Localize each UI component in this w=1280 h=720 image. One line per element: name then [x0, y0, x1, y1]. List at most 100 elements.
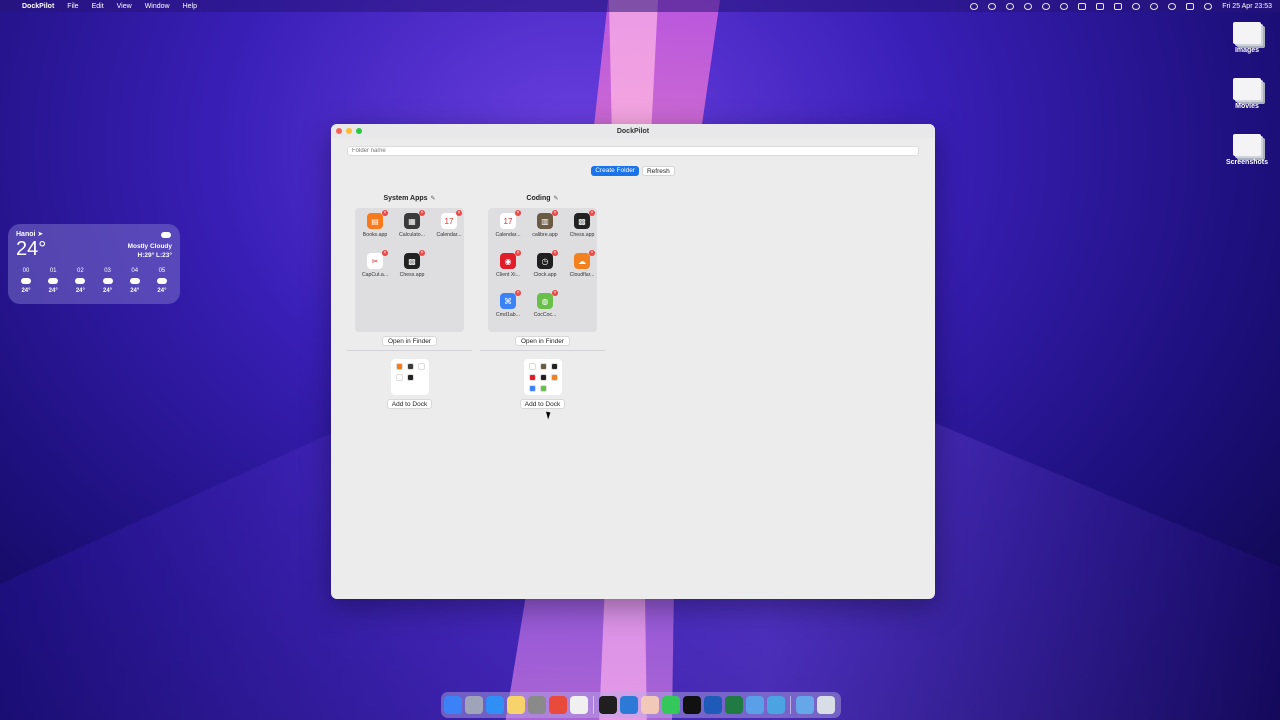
launchpad-icon[interactable] [465, 696, 483, 714]
desktop-folder-movies[interactable]: Movies [1217, 78, 1277, 110]
remove-app-button[interactable]: × [382, 250, 388, 256]
remove-app-button[interactable]: × [589, 210, 595, 216]
word-icon[interactable] [704, 696, 722, 714]
moon-icon[interactable] [1042, 2, 1051, 10]
folder-name-input[interactable] [347, 146, 919, 156]
cloud-icon[interactable] [1060, 2, 1069, 10]
control-center-icon[interactable] [1186, 2, 1195, 10]
headphones-icon[interactable] [1078, 2, 1087, 10]
input-source-icon[interactable] [1114, 2, 1123, 10]
notes-icon[interactable] [507, 696, 525, 714]
app-item[interactable]: ▩ × Chess.app [565, 210, 599, 238]
remove-app-button[interactable]: × [382, 210, 388, 216]
edit-icon[interactable]: ✎ [554, 196, 559, 202]
trash-icon[interactable] [817, 696, 835, 714]
calculator-icon [406, 363, 414, 370]
app-item[interactable]: ◍ × CocCoc... [528, 290, 562, 318]
reminders-icon[interactable] [570, 696, 588, 714]
excel-icon[interactable] [725, 696, 743, 714]
user-icon[interactable] [1204, 2, 1213, 10]
app-label: Cmd1ab... [496, 312, 520, 318]
finder-icon[interactable] [444, 696, 462, 714]
battery-icon[interactable] [1096, 2, 1105, 10]
app-item[interactable]: ▤ × Books.app [358, 210, 392, 238]
bluetooth-icon[interactable] [1150, 2, 1159, 10]
add-to-dock-button[interactable]: Add to Dock [519, 399, 566, 409]
folder-preview [523, 359, 562, 395]
remove-app-button[interactable]: × [419, 250, 425, 256]
terminal-icon[interactable] [683, 696, 701, 714]
cmd-icon [528, 385, 536, 392]
dock [441, 692, 841, 718]
status-area: Fri 25 Apr 23:53 [970, 2, 1272, 10]
clock-icon: ◷ × [537, 250, 558, 269]
remove-app-button[interactable]: × [515, 290, 521, 296]
app-item[interactable]: 17 × Calendar... [432, 210, 466, 238]
remove-app-button[interactable]: × [515, 250, 521, 256]
remove-app-button[interactable]: × [589, 250, 595, 256]
play-icon[interactable] [1024, 2, 1033, 10]
open-in-finder-button[interactable]: Open in Finder [382, 336, 437, 346]
desktop-folder-screenshots[interactable]: Screenshots [1217, 134, 1277, 166]
search-icon[interactable] [1168, 2, 1177, 10]
extension-icon[interactable] [1006, 2, 1015, 10]
menu-app-name[interactable]: DockPilot [22, 3, 54, 10]
menu-view[interactable]: View [117, 3, 132, 10]
app-label: Calculato... [399, 232, 425, 238]
remove-app-button[interactable]: × [456, 210, 462, 216]
cloudflare-icon: ☁ × [574, 250, 595, 269]
vscode-icon[interactable] [620, 696, 638, 714]
create-folder-button[interactable]: Create Folder [591, 166, 639, 176]
app-label: Chess.app [569, 232, 595, 238]
chat-icon[interactable] [988, 2, 997, 10]
app-item[interactable]: ▥ × calibre.app [528, 210, 562, 238]
weather-hour: 04 24° [129, 268, 140, 294]
weather-hourly: 00 24° 01 24° 02 24° 03 24° 04 24° 05 24° [16, 268, 172, 294]
app-item[interactable]: ▩ × Chess.app [395, 250, 429, 278]
refresh-button[interactable]: Refresh [641, 166, 675, 176]
weather-widget[interactable]: Hanoi ➤ 24° Mostly Cloudy H:29° L:23° 00… [8, 224, 180, 304]
remove-app-button[interactable]: × [419, 210, 425, 216]
messages-icon[interactable] [662, 696, 680, 714]
menu-help[interactable]: Help [183, 3, 197, 10]
menu-edit[interactable]: Edit [92, 3, 104, 10]
open-in-finder-button[interactable]: Open in Finder [515, 336, 570, 346]
screen-icon[interactable] [767, 696, 785, 714]
settings-icon[interactable] [528, 696, 546, 714]
menu-window[interactable]: Window [145, 3, 170, 10]
title-bar[interactable]: DockPilot [331, 124, 935, 138]
dock-separator [790, 696, 791, 714]
record-icon[interactable] [970, 2, 979, 10]
menu-file[interactable]: File [67, 3, 78, 10]
remove-app-button[interactable]: × [552, 250, 558, 256]
books-icon [395, 363, 403, 370]
edit-icon[interactable]: ✎ [431, 196, 436, 202]
app-item[interactable]: ◉ × Client Xi... [491, 250, 525, 278]
remove-app-button[interactable]: × [552, 210, 558, 216]
folder-icon [1233, 22, 1261, 44]
activity-icon[interactable] [599, 696, 617, 714]
desktop-icon-label: Movies [1235, 103, 1259, 110]
safari-icon[interactable] [486, 696, 504, 714]
remove-app-button[interactable]: × [515, 210, 521, 216]
xcode-icon[interactable] [746, 696, 764, 714]
add-to-dock-button[interactable]: Add to Dock [386, 399, 433, 409]
window-title: DockPilot [616, 127, 650, 135]
wifi-icon[interactable] [1132, 2, 1141, 10]
app-item[interactable]: ◷ × Clock.app [528, 250, 562, 278]
app-item[interactable]: ⌘ × Cmd1ab... [491, 290, 525, 318]
cloudflare-icon [550, 374, 558, 381]
app-item[interactable]: ☁ × Cloudflar... [565, 250, 599, 278]
desktop-icon-label: Screenshots [1225, 159, 1269, 166]
downloads-icon[interactable] [796, 696, 814, 714]
app-item[interactable]: ▦ × Calculato... [395, 210, 429, 238]
app-item[interactable]: ✂ × CapCut.a... [358, 250, 392, 278]
desktop-folder-images[interactable]: Images [1217, 22, 1277, 54]
app-icon[interactable] [641, 696, 659, 714]
menu-clock[interactable]: Fri 25 Apr 23:53 [1222, 3, 1272, 10]
remove-app-button[interactable]: × [552, 290, 558, 296]
app-item[interactable]: 17 × Calendar... [491, 210, 525, 238]
app-label: Calendar... [436, 232, 462, 238]
cloud-icon [129, 278, 140, 284]
chrome-icon[interactable] [549, 696, 567, 714]
